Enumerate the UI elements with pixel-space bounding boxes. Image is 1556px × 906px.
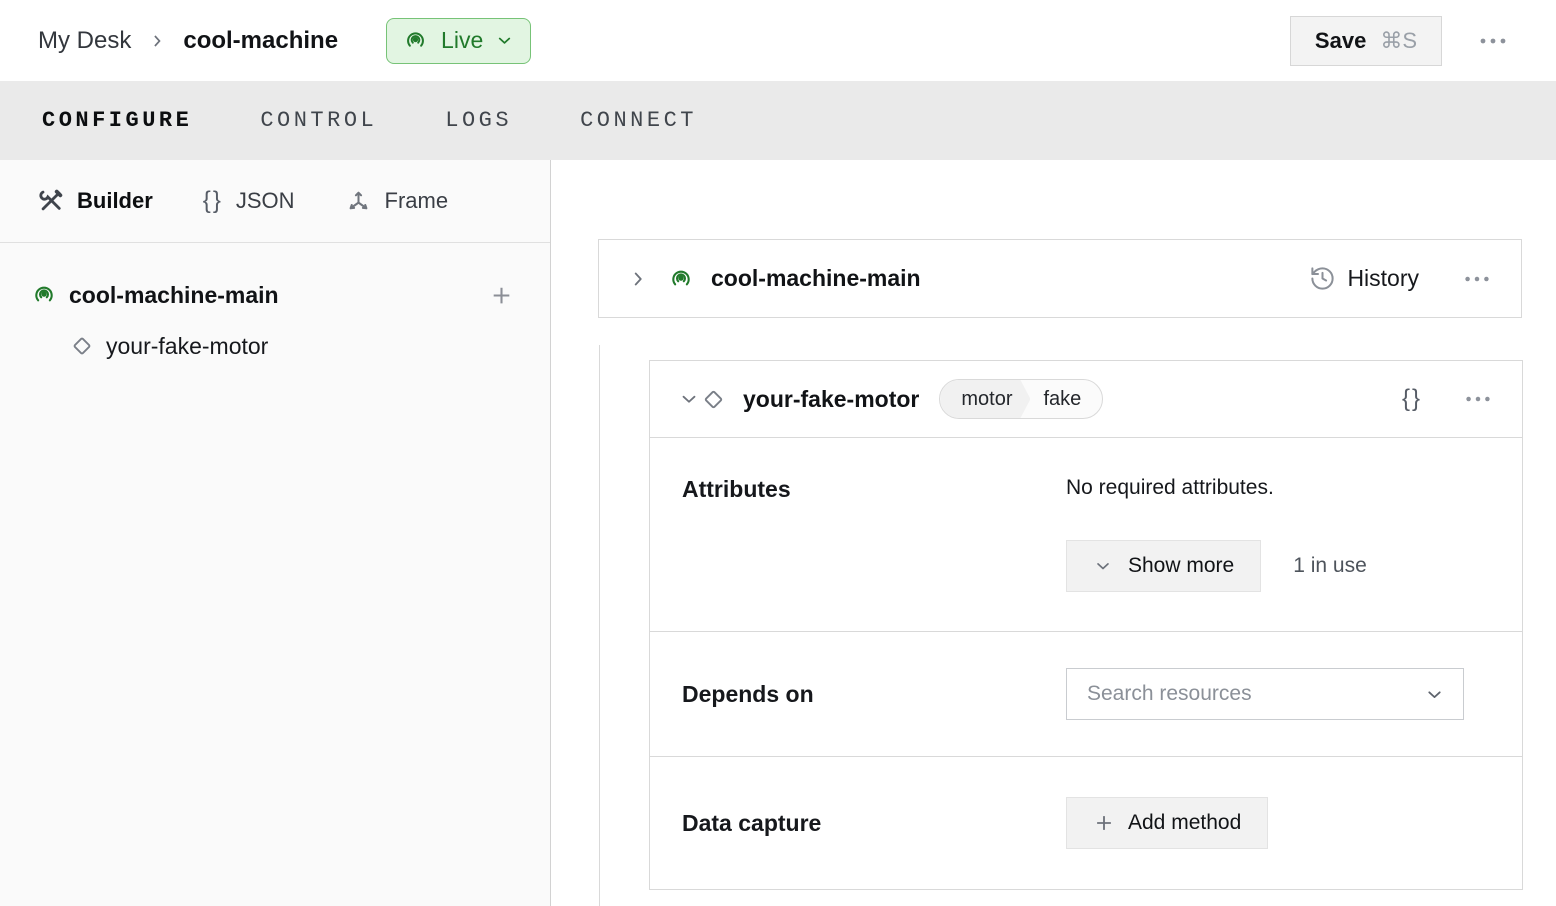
tree-machine-label: cool-machine-main — [69, 281, 279, 308]
chevron-down-icon — [678, 388, 700, 410]
attributes-label: Attributes — [682, 476, 791, 502]
ellipsis-icon — [1462, 387, 1494, 411]
machine-card-expand-button[interactable] — [627, 268, 649, 290]
component-collapse-button[interactable] — [678, 388, 700, 410]
component-overflow-menu-button[interactable] — [1462, 387, 1494, 411]
tree-guide-line — [599, 345, 600, 906]
component-card-title: your-fake-motor — [743, 385, 920, 412]
config-sidebar: Builder {} JSON Frame cool-machine-main … — [0, 160, 551, 906]
tab-connect[interactable]: CONNECT — [578, 102, 699, 139]
config-main-panel: cool-machine-main History your-fake-moto… — [551, 160, 1556, 906]
resource-tree: cool-machine-main your-fake-motor — [0, 243, 550, 371]
add-resource-button[interactable] — [489, 283, 514, 308]
tree-component-label: your-fake-motor — [106, 332, 269, 359]
plus-icon — [1093, 812, 1115, 834]
show-more-button[interactable]: Show more — [1066, 540, 1262, 592]
ellipsis-icon — [1476, 29, 1510, 53]
component-card: your-fake-motor motor fake {} Attributes… — [649, 360, 1523, 890]
tab-configure[interactable]: CONFIGURE — [40, 102, 194, 139]
diamond-icon — [69, 333, 95, 359]
braces-icon: {} — [1401, 385, 1422, 412]
search-resources-input[interactable] — [1087, 682, 1424, 706]
frame-tab-label: Frame — [384, 188, 449, 213]
live-label: Live — [441, 27, 484, 53]
ellipsis-icon — [1461, 267, 1493, 291]
data-capture-section: Data capture Add method — [650, 756, 1522, 889]
chevron-down-icon — [495, 31, 514, 50]
view-tab-builder[interactable]: Builder — [38, 188, 153, 214]
json-tab-label: JSON — [235, 188, 295, 213]
component-type-model-tag: motor fake — [939, 379, 1104, 419]
chevron-right-icon — [627, 268, 649, 290]
show-more-label: Show more — [1128, 554, 1235, 577]
builder-tab-label: Builder — [77, 188, 153, 213]
machine-card-title: cool-machine-main — [711, 265, 921, 291]
top-bar: My Desk cool-machine Live Save ⌘S — [0, 0, 1556, 81]
save-shortcut: ⌘S — [1380, 27, 1417, 53]
braces-icon: {} — [202, 187, 223, 214]
chevron-down-icon — [1424, 684, 1445, 705]
view-tab-json[interactable]: {} JSON — [203, 187, 295, 215]
save-button[interactable]: Save ⌘S — [1289, 15, 1442, 66]
main-nav-tabs: CONFIGURE CONTROL LOGS CONNECT — [0, 81, 1556, 160]
tab-control[interactable]: CONTROL — [258, 102, 379, 139]
depends-on-section: Depends on — [650, 631, 1522, 756]
breadcrumb: My Desk cool-machine — [38, 27, 338, 55]
machine-broadcast-icon — [30, 281, 58, 309]
history-button[interactable]: History — [1309, 265, 1419, 292]
app-window: My Desk cool-machine Live Save ⌘S CONFIG… — [0, 0, 1556, 906]
view-tab-frame[interactable]: Frame — [345, 188, 449, 215]
save-label: Save — [1314, 27, 1367, 53]
tree-item-component[interactable]: your-fake-motor — [0, 321, 550, 371]
model-tag: fake — [1043, 387, 1082, 410]
topbar-actions: Save ⌘S — [1289, 15, 1510, 66]
machine-card-overflow-menu-button[interactable] — [1461, 267, 1493, 291]
topbar-overflow-menu-button[interactable] — [1476, 29, 1510, 53]
depends-on-select[interactable] — [1066, 668, 1464, 720]
history-clock-icon — [1309, 265, 1336, 292]
attributes-in-use-count: 1 in use — [1293, 554, 1367, 577]
history-label: History — [1347, 265, 1419, 291]
breadcrumb-chevron-icon — [147, 31, 167, 51]
frame-axes-icon — [345, 188, 372, 215]
config-view-tabs: Builder {} JSON Frame — [0, 160, 550, 243]
chevron-down-icon — [1093, 556, 1113, 576]
machine-status-dropdown[interactable]: Live — [386, 17, 532, 64]
breadcrumb-current: cool-machine — [183, 26, 339, 54]
machine-broadcast-icon — [667, 265, 695, 293]
add-method-label: Add method — [1128, 811, 1242, 834]
attributes-section: Attributes No required attributes. Show … — [650, 437, 1522, 631]
view-json-button[interactable]: {} — [1402, 385, 1422, 413]
tree-item-machine-part[interactable]: cool-machine-main — [0, 269, 550, 321]
add-method-button[interactable]: Add method — [1066, 797, 1269, 849]
attributes-empty-message: No required attributes. — [1066, 476, 1274, 499]
live-broadcast-icon — [402, 27, 429, 54]
breadcrumb-parent-link[interactable]: My Desk — [38, 27, 131, 55]
depends-on-label: Depends on — [682, 680, 814, 707]
plus-icon — [489, 283, 514, 308]
diamond-icon — [700, 386, 727, 413]
component-card-header: your-fake-motor motor fake {} — [650, 361, 1522, 437]
type-tag: motor — [940, 380, 1030, 418]
content-area: Builder {} JSON Frame cool-machine-main … — [0, 160, 1556, 906]
builder-tools-icon — [38, 188, 64, 214]
data-capture-label: Data capture — [682, 809, 822, 836]
tab-logs[interactable]: LOGS — [443, 102, 514, 139]
machine-part-card: cool-machine-main History — [598, 239, 1522, 318]
